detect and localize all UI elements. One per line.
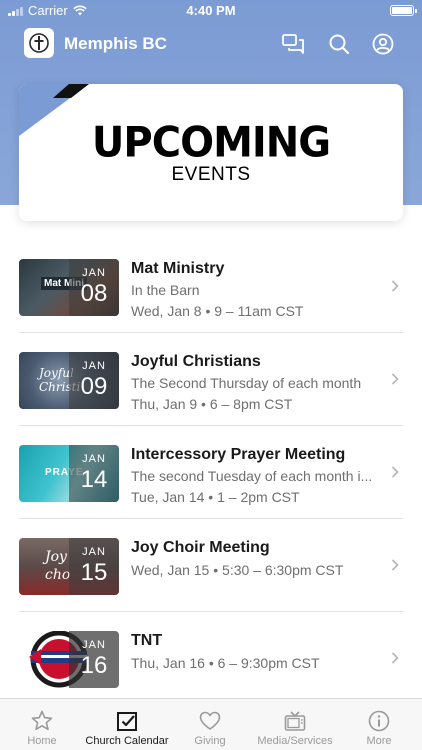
event-title: Mat Ministry	[131, 260, 225, 277]
tab-giving[interactable]: Giving	[185, 699, 235, 750]
bottom-tab-bar: Home Church Calendar Giving Media/Servic…	[0, 698, 422, 750]
tab-label: Media/Services	[257, 735, 333, 747]
messages-icon[interactable]	[280, 31, 306, 57]
event-month: JAN	[82, 267, 106, 279]
event-title: Joyful Christians	[131, 353, 261, 370]
event-thumbnail: Joy cho JAN 15	[19, 538, 119, 595]
app-title: Memphis BC	[64, 34, 167, 53]
tab-home[interactable]: Home	[17, 699, 67, 750]
tab-more[interactable]: More	[356, 699, 402, 750]
event-datetime: Tue, Jan 14 • 1 – 2pm CST	[131, 489, 300, 505]
upcoming-events-banner[interactable]: UPCOMING EVENTS	[19, 84, 403, 221]
date-badge: JAN 15	[69, 538, 119, 595]
event-row[interactable]: JAN 16 TNT Thu, Jan 16 • 6 – 9:30pm CST	[19, 612, 403, 705]
event-title: Joy Choir Meeting	[131, 539, 270, 556]
event-day: 15	[80, 559, 108, 586]
tab-church-calendar[interactable]: Church Calendar	[85, 699, 169, 750]
event-subtitle: The second Tuesday of each month i...	[131, 468, 373, 484]
church-logo-icon[interactable]	[24, 28, 54, 58]
event-thumbnail: PRAYE JAN 14	[19, 445, 119, 502]
date-badge: JAN 09	[69, 352, 119, 409]
event-day: 09	[80, 373, 108, 400]
event-row[interactable]: PRAYE JAN 14 Intercessory Prayer Meeting…	[19, 426, 403, 519]
event-title: Intercessory Prayer Meeting	[131, 446, 346, 463]
event-day: 16	[80, 652, 108, 679]
date-badge: JAN 08	[69, 259, 119, 316]
event-row[interactable]: Joyful Christi JAN 09 Joyful Christians …	[19, 333, 403, 426]
info-icon	[368, 710, 390, 732]
event-row[interactable]: Mat Mini JAN 08 Mat Ministry In the Barn…	[19, 240, 403, 333]
event-subtitle: The Second Thursday of each month	[131, 375, 362, 391]
chevron-right-icon	[391, 559, 399, 571]
event-month: JAN	[82, 360, 106, 372]
banner-headline: UPCOMING	[91, 118, 331, 168]
event-month: JAN	[82, 639, 106, 651]
battery-icon	[390, 5, 417, 16]
chevron-right-icon	[391, 280, 399, 292]
top-navigation: Memphis BC	[0, 26, 422, 62]
clock: 4:40 PM	[186, 3, 236, 18]
tab-label: More	[366, 735, 392, 747]
event-datetime: Wed, Jan 15 • 5:30 – 6:30pm CST	[131, 562, 344, 578]
event-month: JAN	[82, 453, 106, 465]
event-day: 14	[80, 466, 108, 493]
chevron-right-icon	[391, 652, 399, 664]
status-bar: Carrier 4:40 PM	[0, 0, 422, 22]
chevron-right-icon	[391, 466, 399, 478]
tv-icon	[284, 711, 306, 731]
chevron-right-icon	[391, 373, 399, 385]
event-day: 08	[80, 280, 108, 307]
star-icon	[31, 710, 53, 731]
date-badge: JAN 16	[69, 631, 119, 688]
event-datetime: Thu, Jan 16 • 6 – 9:30pm CST	[131, 655, 320, 671]
event-thumbnail: JAN 16	[19, 631, 119, 688]
search-icon[interactable]	[326, 31, 352, 57]
calendar-check-icon	[117, 712, 137, 731]
event-thumbnail: Mat Mini JAN 08	[19, 259, 119, 316]
event-row[interactable]: Joy cho JAN 15 Joy Choir Meeting Wed, Ja…	[19, 519, 403, 612]
heart-icon	[199, 711, 221, 730]
event-month: JAN	[82, 546, 106, 558]
event-datetime: Thu, Jan 9 • 6 – 8pm CST	[131, 396, 293, 412]
date-badge: JAN 14	[69, 445, 119, 502]
event-subtitle: In the Barn	[131, 282, 200, 298]
banner-subline: EVENTS	[171, 164, 251, 185]
event-thumbnail: Joyful Christi JAN 09	[19, 352, 119, 409]
tab-media-services[interactable]: Media/Services	[257, 699, 333, 750]
profile-icon[interactable]	[370, 31, 396, 57]
event-title: TNT	[131, 632, 163, 649]
event-datetime: Wed, Jan 8 • 9 – 11am CST	[131, 303, 304, 319]
